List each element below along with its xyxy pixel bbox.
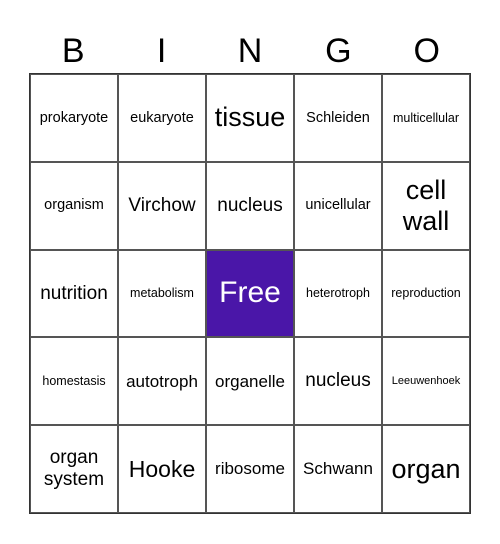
header-letter-o: O [413, 32, 440, 70]
bingo-cell[interactable]: organelle [206, 337, 294, 426]
bingo-cell[interactable]: cell wall [382, 161, 470, 250]
bingo-cell[interactable]: multicellular [382, 74, 470, 162]
header-letter-n: N [237, 32, 263, 70]
bingo-card: prokaryote eukaryote tissue Schleiden mu… [29, 73, 471, 514]
bingo-cell[interactable]: Hooke [118, 425, 206, 513]
bingo-cell[interactable]: organ [382, 425, 470, 513]
bingo-header: B I N G O [29, 30, 471, 72]
bingo-cell[interactable]: metabolism [118, 249, 206, 338]
bingo-cell[interactable]: homestasis [30, 337, 118, 426]
free-space[interactable]: Free [206, 249, 294, 338]
bingo-cell[interactable]: tissue [206, 74, 294, 162]
bingo-cell[interactable]: nutrition [30, 249, 118, 338]
bingo-cell[interactable]: heterotroph [294, 249, 382, 338]
bingo-cell[interactable]: organ system [30, 425, 118, 513]
bingo-cell[interactable]: Schleiden [294, 74, 382, 162]
bingo-cell[interactable]: nucleus [294, 337, 382, 426]
bingo-cell[interactable]: Schwann [294, 425, 382, 513]
bingo-cell[interactable]: organism [30, 161, 118, 250]
bingo-cell[interactable]: unicellular [294, 161, 382, 250]
header-letter-g: G [325, 32, 352, 70]
bingo-cell[interactable]: Leeuwenhoek [382, 337, 470, 426]
bingo-cell[interactable]: ribosome [206, 425, 294, 513]
bingo-cell[interactable]: reproduction [382, 249, 470, 338]
bingo-cell[interactable]: nucleus [206, 161, 294, 250]
bingo-cell[interactable]: eukaryote [118, 74, 206, 162]
bingo-cell[interactable]: Virchow [118, 161, 206, 250]
bingo-cell[interactable]: autotroph [118, 337, 206, 426]
bingo-cell[interactable]: prokaryote [30, 74, 118, 162]
header-letter-b: B [61, 32, 85, 70]
header-letter-i: I [156, 32, 167, 70]
